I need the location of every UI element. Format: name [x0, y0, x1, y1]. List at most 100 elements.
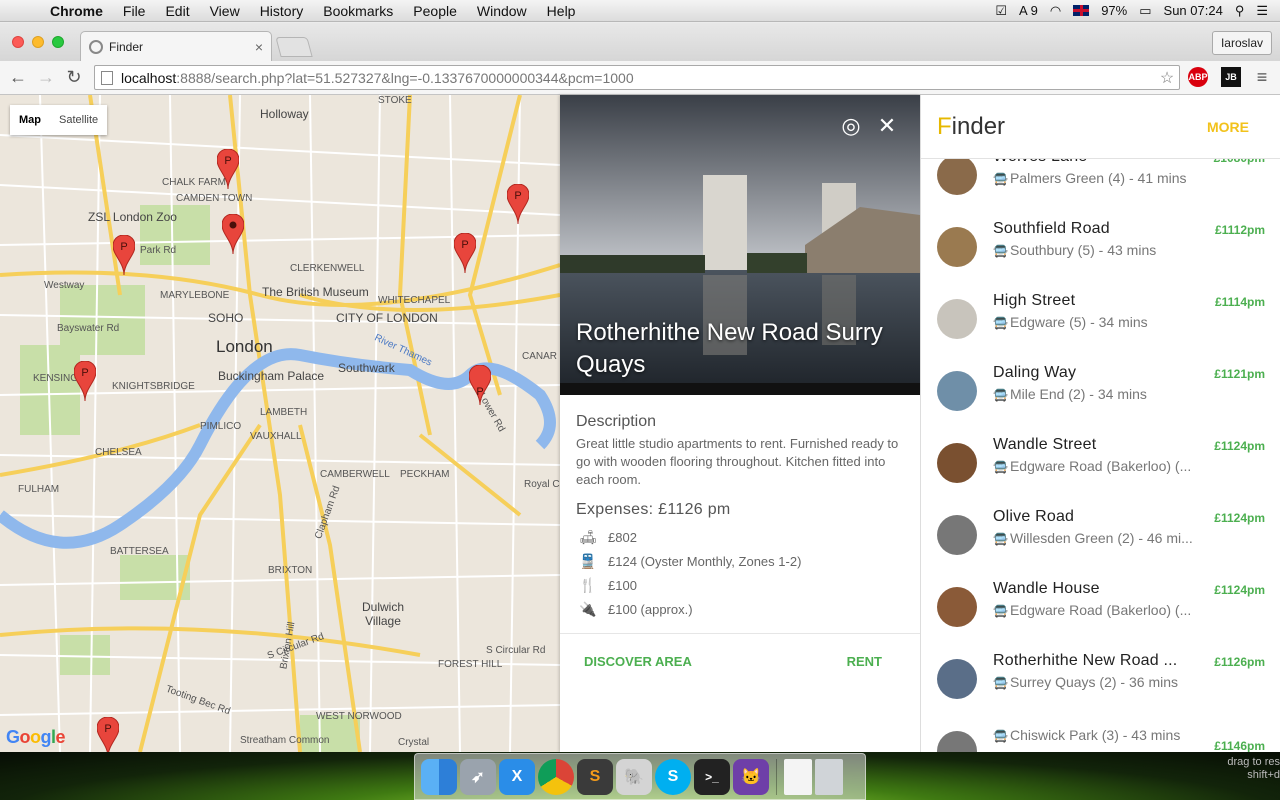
menu-edit[interactable]: Edit [155, 3, 199, 19]
wifi-icon[interactable]: ◠ [1050, 3, 1061, 19]
avatar [937, 587, 977, 627]
avatar [937, 371, 977, 411]
chrome-icon[interactable] [538, 758, 574, 795]
back-arrow-icon[interactable]: ← [4, 67, 32, 88]
clock[interactable]: Sun 07:24 [1164, 3, 1223, 18]
jetbrains-extension-icon[interactable]: JB [1221, 67, 1241, 87]
item-commute: 🚍 Edgware Road (Bakerloo) (... [993, 602, 1193, 618]
item-title: Wandle Street [993, 436, 1097, 453]
notification-count-value: 9 [1030, 3, 1038, 18]
bus-icon: 🚍 [993, 388, 1008, 402]
trash-icon[interactable] [815, 758, 843, 795]
property-pin[interactable]: P [454, 233, 476, 273]
map-type-satellite-button[interactable]: Satellite [50, 105, 107, 135]
more-button[interactable]: MORE [1207, 119, 1249, 135]
list-item[interactable]: Southfield Road 🚍 Southbury (5) - 43 mins… [921, 211, 1280, 283]
notification-count[interactable]: A 9 [1019, 3, 1038, 18]
pin-label: P [476, 386, 483, 398]
profile-button[interactable]: Iaroslav [1211, 31, 1272, 55]
item-commute-text: Edgware Road (Bakerloo) (... [1009, 458, 1192, 474]
list-item[interactable]: 🚍 Chiswick Park (3) - 43 mins £1146pm [921, 715, 1280, 752]
sequel-icon[interactable]: 🐘 [616, 758, 652, 795]
chrome-menu-icon[interactable]: ≡ [1252, 67, 1272, 87]
adblock-extension-icon[interactable]: ABP [1188, 67, 1208, 87]
list-item[interactable]: Wandle Street 🚍 Edgware Road (Bakerloo) (… [921, 427, 1280, 499]
property-pin[interactable]: P [217, 149, 239, 189]
menu-file[interactable]: File [113, 3, 156, 19]
close-icon[interactable]: ✕ [874, 113, 900, 139]
map-view[interactable]: Map Satellite Holloway CHALK FARM CAMDEN… [0, 95, 560, 752]
property-pin[interactable]: P [507, 184, 529, 224]
item-price: £1114pm [1214, 295, 1265, 309]
map-label: CAMDEN TOWN [176, 193, 253, 204]
item-commute: 🚍 Willesden Green (2) - 46 mi... [993, 530, 1193, 546]
menu-chrome[interactable]: Chrome [40, 3, 113, 19]
menu-people[interactable]: People [403, 3, 467, 19]
menu-history[interactable]: History [250, 3, 314, 19]
new-tab-button[interactable] [275, 37, 313, 57]
property-pin[interactable]: P [113, 235, 135, 275]
item-commute: 🚍 Mile End (2) - 34 mins [993, 386, 1193, 402]
map-label: CITY OF LONDON [336, 311, 438, 325]
map-label: Dulwich Village [361, 600, 404, 628]
map-label: CHELSEA [95, 447, 142, 458]
item-price: £1124pm [1214, 439, 1265, 453]
menu-view[interactable]: View [200, 3, 250, 19]
food-icon: 🍴 [579, 576, 597, 593]
document-icon[interactable] [784, 758, 812, 795]
tab-close-icon[interactable]: × [255, 39, 263, 55]
reload-icon[interactable]: ↻ [60, 67, 88, 88]
rent-button[interactable]: RENT [847, 654, 882, 669]
url-text[interactable]: localhost:8888/search.php?lat=51.527327&… [121, 70, 1155, 86]
map-label: Holloway [260, 107, 309, 121]
bus-icon: 🚍 [993, 460, 1008, 474]
notification-center-icon[interactable]: ☰ [1256, 3, 1268, 19]
property-pin[interactable] [222, 214, 244, 254]
finder-icon[interactable] [421, 758, 457, 795]
flag-icon[interactable] [1073, 5, 1090, 16]
locate-icon[interactable]: ◎ [838, 113, 864, 139]
bookmark-star-icon[interactable]: ☆ [1155, 68, 1179, 88]
list-item[interactable]: Rotherhithe New Road ... 🚍 Surrey Quays (… [921, 643, 1280, 715]
sublime-text-icon[interactable]: S [577, 758, 613, 795]
discover-area-button[interactable]: DISCOVER AREA [584, 654, 692, 669]
map-label: PIMLICO [200, 421, 242, 432]
list-item[interactable]: High Street 🚍 Edgware (5) - 34 mins £1114… [921, 283, 1280, 355]
menu-help[interactable]: Help [537, 3, 586, 19]
property-pin-selected[interactable]: P [469, 365, 491, 405]
menu-window[interactable]: Window [467, 3, 537, 19]
property-title: Rotherhithe New Road Surry Quays [576, 319, 883, 378]
map-type-map-button[interactable]: Map [10, 105, 50, 135]
close-window-button[interactable] [12, 36, 24, 48]
list-item[interactable]: Daling Way 🚍 Mile End (2) - 34 mins £1121… [921, 355, 1280, 427]
map-label: ZSL London Zoo [88, 210, 177, 224]
list-item[interactable]: Wandle House 🚍 Edgware Road (Bakerloo) (.… [921, 571, 1280, 643]
item-commute-text: Willesden Green (2) - 46 mi... [1009, 530, 1193, 546]
google-logo: Google [6, 727, 66, 747]
zoom-window-button[interactable] [52, 36, 64, 48]
github-icon[interactable]: 🐱 [733, 758, 769, 795]
item-title: Daling Way [993, 364, 1077, 381]
tab-finder[interactable]: Finder × [80, 31, 272, 61]
property-pin[interactable]: P [97, 717, 119, 752]
skype-icon[interactable]: S [655, 758, 691, 795]
spotlight-icon[interactable]: ⚲ [1235, 3, 1245, 19]
minimize-window-button[interactable] [32, 36, 44, 48]
property-pin[interactable]: P [74, 361, 96, 401]
xcode-icon[interactable]: X [499, 758, 535, 795]
battery-percent[interactable]: 97% [1101, 3, 1127, 18]
item-title: Wandle House [993, 580, 1100, 597]
battery-icon[interactable]: ▭ [1139, 3, 1151, 19]
menu-bookmarks[interactable]: Bookmarks [313, 3, 403, 19]
checkbox-status-icon[interactable]: ☑ [995, 3, 1007, 19]
forward-arrow-icon[interactable]: → [32, 67, 60, 88]
list-item[interactable]: Olive Road 🚍 Willesden Green (2) - 46 mi.… [921, 499, 1280, 571]
address-bar[interactable]: localhost:8888/search.php?lat=51.527327&… [94, 65, 1180, 90]
terminal-icon[interactable]: >_ [694, 758, 730, 795]
bus-icon: 🚍 [993, 729, 1008, 743]
expense-value: £100 (approx.) [608, 601, 693, 617]
map-label: PECKHAM [400, 469, 450, 480]
launchpad-icon[interactable]: ➶ [460, 758, 496, 795]
dock-hint-line: shift+d [1247, 769, 1280, 781]
bus-icon: 🚍 [993, 532, 1008, 546]
